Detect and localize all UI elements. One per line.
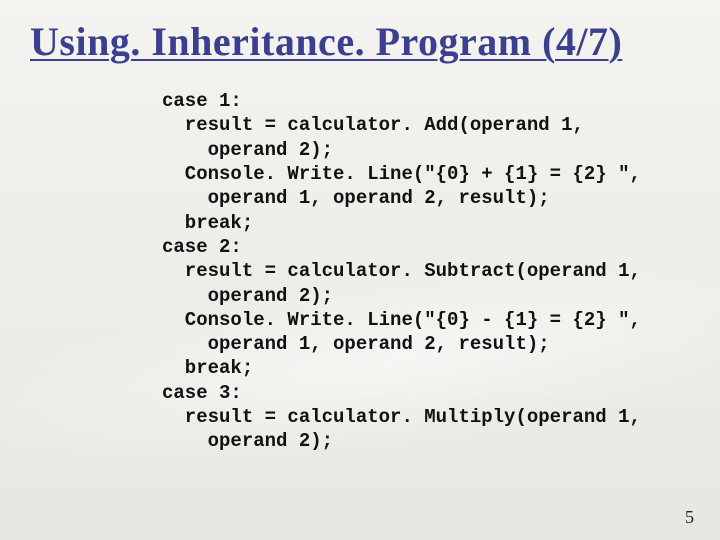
slide-title: Using. Inheritance. Program (4/7) [30,18,690,65]
slide-container: Using. Inheritance. Program (4/7) case 1… [0,0,720,540]
page-number: 5 [685,507,694,528]
code-block: case 1: result = calculator. Add(operand… [162,89,690,454]
